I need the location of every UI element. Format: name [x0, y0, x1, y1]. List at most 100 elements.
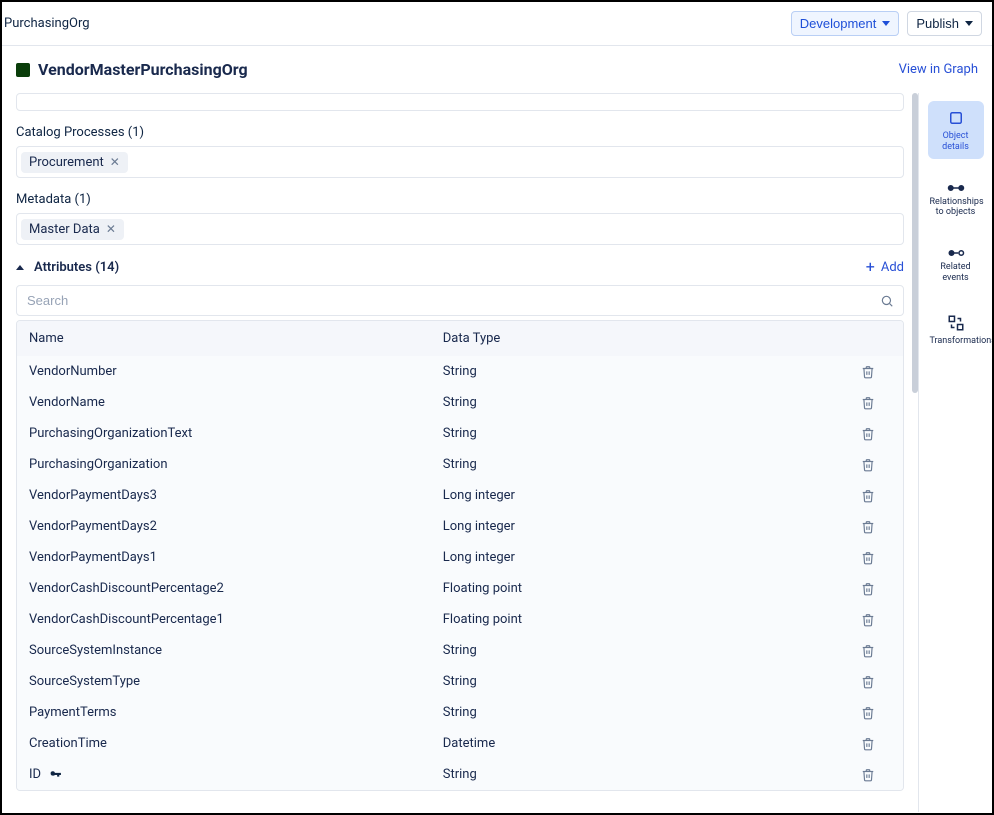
- attr-name: VendorCashDiscountPercentage2: [29, 581, 224, 596]
- title-left: VendorMasterPurchasingOrg: [16, 60, 248, 79]
- table-row[interactable]: SourceSystemInstance String: [17, 635, 903, 666]
- attributes-header: Attributes (14) + Add: [16, 259, 904, 275]
- table-row[interactable]: ID String: [17, 759, 903, 790]
- table-row[interactable]: PaymentTerms String: [17, 697, 903, 728]
- table-row[interactable]: VendorPaymentDays2 Long integer: [17, 511, 903, 542]
- tab-related-events[interactable]: Related events: [928, 240, 984, 290]
- transform-icon: [947, 314, 965, 332]
- attr-name: VendorPaymentDays1: [29, 550, 157, 565]
- attribute-search-wrap: [16, 285, 904, 316]
- trash-icon[interactable]: [861, 458, 891, 472]
- empty-input-box[interactable]: [16, 93, 904, 111]
- trash-icon[interactable]: [861, 582, 891, 596]
- metadata-field[interactable]: Master Data ✕: [16, 213, 904, 245]
- trash-icon[interactable]: [861, 675, 891, 689]
- attr-name: PaymentTerms: [29, 705, 117, 720]
- tab-label: Transformations: [930, 336, 982, 347]
- events-icon: [947, 248, 965, 258]
- attr-name: VendorPaymentDays3: [29, 488, 157, 503]
- add-label: Add: [881, 260, 904, 275]
- table-row[interactable]: CreationTimeDatetime: [17, 728, 903, 759]
- main-scrollbar[interactable]: [912, 93, 918, 812]
- attributes-title: Attributes (14): [34, 260, 119, 275]
- attr-type: Long integer: [443, 550, 861, 565]
- trash-icon[interactable]: [861, 427, 891, 441]
- environment-dropdown[interactable]: Development: [791, 11, 900, 36]
- table-row[interactable]: SourceSystemType String: [17, 666, 903, 697]
- trash-icon[interactable]: [861, 613, 891, 627]
- add-attribute-link[interactable]: + Add: [866, 259, 904, 275]
- attr-type: String: [443, 767, 861, 782]
- col-header-name: Name: [29, 331, 443, 346]
- attr-name: SourceSystemInstance: [29, 643, 162, 658]
- top-actions: Development Publish: [791, 11, 982, 36]
- tab-label: Related events: [930, 262, 982, 284]
- attribute-search-input[interactable]: [16, 285, 904, 316]
- chip-label: Procurement: [29, 155, 104, 170]
- chevron-down-icon: [965, 21, 973, 26]
- attr-name: VendorPaymentDays2: [29, 519, 157, 534]
- metadata-label: Metadata (1): [16, 192, 904, 207]
- trash-icon[interactable]: [861, 644, 891, 658]
- breadcrumb[interactable]: PurchasingOrg: [4, 16, 90, 31]
- attr-type: Long integer: [443, 519, 861, 534]
- attr-name: VendorNumber: [29, 364, 117, 379]
- search-icon: [880, 294, 894, 308]
- view-in-graph-link[interactable]: View in Graph: [899, 62, 978, 77]
- attr-type: String: [443, 705, 861, 720]
- attr-name: ID: [29, 767, 41, 782]
- attr-name: CreationTime: [29, 736, 107, 751]
- trash-icon[interactable]: [861, 396, 891, 410]
- attr-type: String: [443, 364, 861, 379]
- table-row[interactable]: VendorName String: [17, 387, 903, 418]
- publish-dropdown[interactable]: Publish: [907, 11, 982, 36]
- trash-icon[interactable]: [861, 737, 891, 751]
- catalog-processes-field[interactable]: Procurement ✕: [16, 146, 904, 178]
- top-bar: PurchasingOrg Development Publish: [2, 2, 992, 46]
- table-row[interactable]: VendorPaymentDays1 Long integer: [17, 542, 903, 573]
- attr-type: Floating point: [443, 581, 861, 596]
- trash-icon[interactable]: [861, 706, 891, 720]
- tab-object-details[interactable]: Object details: [928, 101, 984, 159]
- tab-label: Object details: [930, 131, 982, 153]
- chip-procurement[interactable]: Procurement ✕: [21, 152, 128, 173]
- trash-icon[interactable]: [861, 365, 891, 379]
- tab-label: Relationships to objects: [930, 197, 982, 219]
- attr-name: SourceSystemType: [29, 674, 140, 689]
- cube-outline-icon: [947, 109, 965, 127]
- plus-icon: +: [866, 259, 875, 275]
- attr-name: VendorCashDiscountPercentage1: [29, 612, 224, 627]
- tab-relationships[interactable]: Relationships to objects: [928, 175, 984, 225]
- attr-type: Long integer: [443, 488, 861, 503]
- table-row[interactable]: VendorPaymentDays3 Long integer: [17, 480, 903, 511]
- trash-icon[interactable]: [861, 551, 891, 565]
- collapse-caret-icon[interactable]: [16, 265, 24, 270]
- environment-label: Development: [800, 16, 877, 31]
- chip-master-data[interactable]: Master Data ✕: [21, 219, 124, 240]
- title-bar: VendorMasterPurchasingOrg View in Graph: [2, 46, 992, 93]
- table-row[interactable]: VendorNumber String: [17, 356, 903, 387]
- table-row[interactable]: PurchasingOrganizationString: [17, 449, 903, 480]
- attr-type: String: [443, 674, 861, 689]
- page-title: VendorMasterPurchasingOrg: [38, 60, 248, 79]
- attr-type: String: [443, 643, 861, 658]
- close-icon[interactable]: ✕: [110, 156, 120, 168]
- trash-icon[interactable]: [861, 768, 891, 782]
- table-row[interactable]: VendorCashDiscountPercentage2 Floating po…: [17, 573, 903, 604]
- attr-type: String: [443, 395, 861, 410]
- publish-label: Publish: [916, 16, 959, 31]
- table-header: Name Data Type: [17, 321, 903, 356]
- chip-label: Master Data: [29, 222, 100, 237]
- scrollbar-thumb[interactable]: [912, 93, 918, 393]
- table-row[interactable]: VendorCashDiscountPercentage1Floating po…: [17, 604, 903, 635]
- key-icon: [49, 768, 62, 781]
- close-icon[interactable]: ✕: [106, 223, 116, 235]
- trash-icon[interactable]: [861, 520, 891, 534]
- trash-icon[interactable]: [861, 489, 891, 503]
- tab-transformations[interactable]: Transformations: [928, 306, 984, 353]
- chevron-down-icon: [882, 21, 890, 26]
- attr-type: String: [443, 426, 861, 441]
- table-row[interactable]: PurchasingOrganizationTextString: [17, 418, 903, 449]
- attr-type: String: [443, 457, 861, 472]
- attr-name: VendorName: [29, 395, 105, 410]
